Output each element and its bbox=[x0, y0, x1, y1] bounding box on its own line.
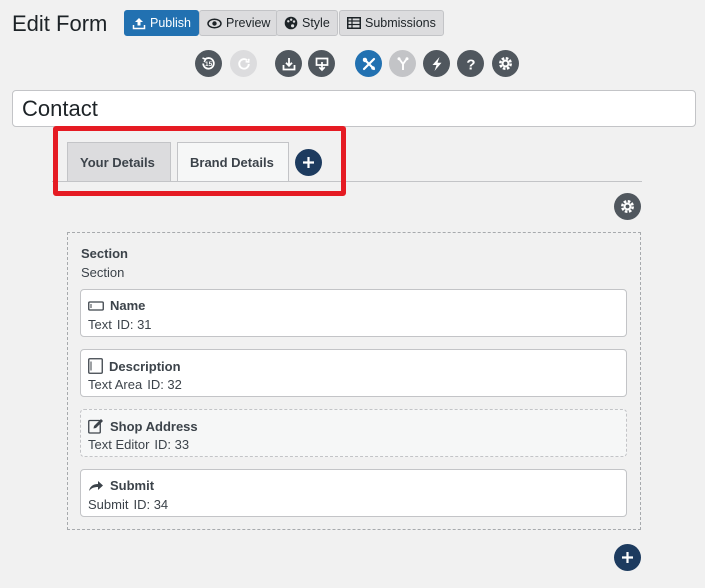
branch-icon bbox=[397, 56, 408, 70]
field-id: ID: 32 bbox=[147, 377, 182, 392]
field-submit[interactable]: Submit Submit ID: 34 bbox=[80, 469, 627, 517]
section-title: Section bbox=[81, 246, 128, 261]
page-title: Edit Form bbox=[12, 11, 108, 36]
style-label: Style bbox=[302, 15, 330, 30]
field-title: Shop Address bbox=[110, 418, 198, 434]
edit-icon bbox=[88, 419, 103, 434]
publish-button[interactable]: Publish bbox=[124, 10, 199, 36]
plus-icon bbox=[622, 552, 633, 563]
gear-icon bbox=[621, 200, 634, 213]
redo-icon bbox=[237, 57, 250, 70]
svg-text:?: ? bbox=[466, 56, 475, 72]
section-settings-button[interactable] bbox=[614, 193, 641, 220]
field-id: ID: 31 bbox=[116, 317, 152, 332]
palette-icon bbox=[284, 16, 298, 30]
svg-text:15: 15 bbox=[205, 61, 213, 68]
share-arrow-icon bbox=[89, 480, 103, 491]
add-section-button[interactable] bbox=[614, 544, 641, 571]
textarea-icon bbox=[88, 358, 103, 374]
import-button[interactable] bbox=[275, 50, 302, 77]
table-icon bbox=[347, 17, 361, 29]
eye-icon bbox=[207, 17, 222, 29]
preview-button[interactable]: Preview bbox=[199, 10, 279, 36]
tabs-highlight-annotation bbox=[53, 126, 346, 196]
upload-icon bbox=[132, 17, 146, 29]
redo-button[interactable] bbox=[230, 50, 257, 77]
help-icon: ? bbox=[466, 56, 475, 72]
field-name[interactable]: Name Text ID: 31 bbox=[80, 289, 627, 337]
logic-branch-button[interactable] bbox=[389, 50, 416, 77]
field-title: Submit bbox=[110, 478, 155, 493]
field-type: Text bbox=[88, 317, 112, 332]
settings-icon bbox=[499, 57, 512, 70]
history-icon: 15 bbox=[202, 57, 215, 70]
preview-label: Preview bbox=[226, 15, 271, 30]
style-button[interactable]: Style bbox=[276, 10, 338, 36]
publish-label: Publish bbox=[150, 15, 191, 30]
field-type: Text Editor bbox=[88, 437, 150, 452]
lightning-icon bbox=[432, 56, 441, 71]
import-icon bbox=[282, 57, 295, 70]
tools-icon bbox=[362, 57, 375, 70]
section-subtitle: Section bbox=[81, 265, 125, 280]
field-id: ID: 34 bbox=[133, 497, 169, 512]
field-description[interactable]: Description Text Area ID: 32 bbox=[80, 349, 627, 397]
export-icon bbox=[315, 57, 328, 71]
field-title: Description bbox=[109, 358, 181, 374]
history-button[interactable]: 15 bbox=[195, 50, 222, 77]
text-field-icon bbox=[88, 300, 104, 311]
submissions-label: Submissions bbox=[365, 15, 436, 30]
form-settings-button[interactable] bbox=[492, 50, 519, 77]
field-type: Submit bbox=[88, 497, 129, 512]
field-id: ID: 33 bbox=[154, 437, 190, 452]
field-type: Text Area bbox=[88, 377, 143, 392]
help-button[interactable]: ? bbox=[457, 50, 484, 77]
export-button[interactable] bbox=[308, 50, 335, 77]
tools-button[interactable] bbox=[355, 50, 382, 77]
field-title: Name bbox=[110, 298, 146, 313]
submissions-button[interactable]: Submissions bbox=[339, 10, 444, 36]
field-shop-address[interactable]: Shop Address Text Editor ID: 33 bbox=[80, 409, 627, 457]
form-title-input[interactable] bbox=[12, 90, 696, 127]
actions-button[interactable] bbox=[423, 50, 450, 77]
